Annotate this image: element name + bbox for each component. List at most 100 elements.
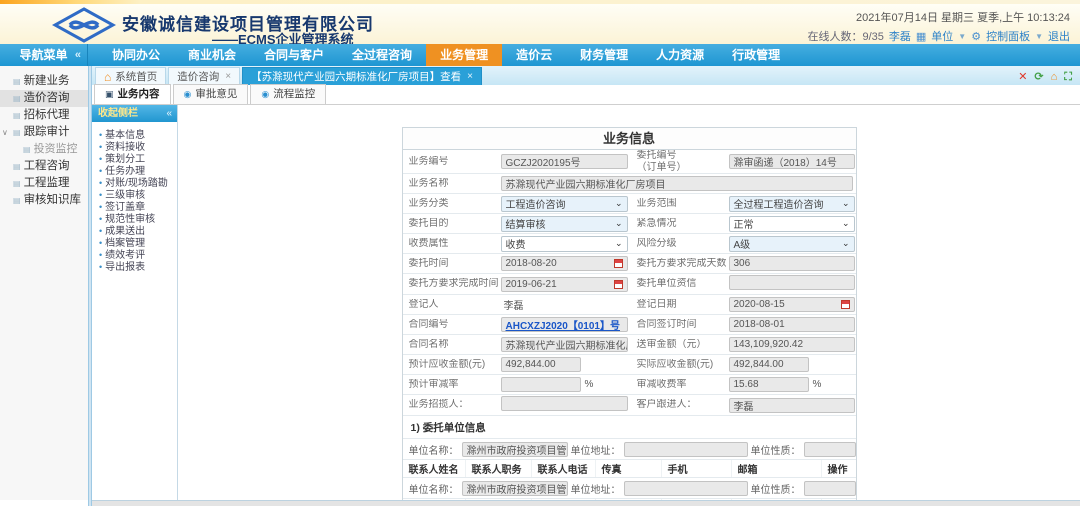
close-icon[interactable]: ✕	[1018, 72, 1027, 83]
menu-item-1[interactable]: 商业机会	[174, 44, 250, 66]
horizontal-scrollbar[interactable]	[92, 500, 1080, 506]
sidebar-item-label: 造价咨询	[24, 90, 70, 107]
field-label: 委托方要求完成时间	[403, 278, 498, 290]
unit-type-input[interactable]	[804, 442, 856, 457]
step-item-label: 成果送出	[105, 226, 145, 237]
maximize-icon[interactable]: ⛶	[1064, 72, 1072, 83]
bullet-icon: •	[99, 202, 102, 212]
logout-button[interactable]: 退出	[1048, 28, 1070, 44]
calendar-icon	[614, 259, 623, 268]
unit-menu[interactable]: 单位	[931, 28, 953, 44]
step-item-9[interactable]: •档案管理	[99, 237, 177, 249]
field-label: 送审金额（元）	[631, 339, 726, 351]
step-item-2[interactable]: •策划分工	[99, 153, 177, 165]
field-contract-sign-date[interactable]: 2018-08-01	[729, 317, 855, 332]
current-user[interactable]: 李磊	[889, 28, 911, 44]
field-fee-attribute[interactable]: 收费⌄	[501, 236, 628, 252]
menu-item-8[interactable]: 行政管理	[718, 44, 794, 66]
field-register-date[interactable]: 2020-08-15	[729, 297, 855, 312]
field-required-finish-date[interactable]: 2019-06-21	[501, 277, 628, 292]
home-icon[interactable]: ⌂	[1051, 72, 1058, 83]
subtab-0[interactable]: ▣业务内容	[94, 84, 171, 104]
field-entrust-date[interactable]: 2018-08-20	[501, 256, 628, 271]
bullet-icon: •	[99, 214, 102, 224]
step-item-3[interactable]: •任务办理	[99, 165, 177, 177]
field-client-credit[interactable]	[729, 275, 855, 290]
step-item-6[interactable]: •签订盖章	[99, 201, 177, 213]
menu-item-7[interactable]: 人力资源	[642, 44, 718, 66]
field-entrust-purpose[interactable]: 结算审核⌄	[501, 216, 628, 232]
document-tab-1[interactable]: 造价咨询×	[168, 67, 240, 85]
unit-type-input[interactable]	[804, 481, 856, 496]
field-actual-receivable[interactable]: 492,844.00	[729, 357, 809, 372]
sidebar-item-3[interactable]: ∨▤跟踪审计	[0, 124, 88, 141]
sidebar-item-5[interactable]: ▤工程咨询	[0, 158, 88, 175]
unit-type-label: 单位性质：	[751, 442, 801, 457]
step-item-5[interactable]: •三级审核	[99, 189, 177, 201]
field-label: 委托目的	[403, 218, 498, 230]
field-urgency[interactable]: 正常⌄	[729, 216, 855, 232]
menu-item-6[interactable]: 财务管理	[566, 44, 642, 66]
field-reduction-fee-rate[interactable]: 15.68	[729, 377, 809, 392]
field-contract-name[interactable]: 苏滁现代产业园六期标准化厂房	[501, 337, 628, 352]
unit-name-input[interactable]: 滁州市政府投资项目管理领导小	[462, 442, 568, 457]
unit-addr-input[interactable]	[624, 442, 748, 457]
field-risk-level[interactable]: A级⌄	[729, 236, 855, 252]
form-cell: 李磊	[498, 296, 631, 313]
menu-item-5[interactable]: 造价云	[502, 44, 566, 66]
close-tab-icon[interactable]: ×	[225, 68, 231, 86]
unit-addr-input[interactable]	[624, 481, 748, 496]
sidebar-item-0[interactable]: ▤新建业务	[0, 73, 88, 90]
step-item-7[interactable]: •规范性审核	[99, 213, 177, 225]
field-business-name[interactable]: 苏滁现代产业园六期标准化厂房项目	[501, 176, 853, 191]
menu-item-3[interactable]: 全过程咨询	[338, 44, 426, 66]
menu-item-4[interactable]: 业务管理	[426, 44, 502, 66]
close-tab-icon[interactable]: ×	[467, 68, 473, 86]
menu-item-0[interactable]: 协同办公	[98, 44, 174, 66]
step-item-1[interactable]: •资料接收	[99, 141, 177, 153]
field-entrust-no[interactable]: 滁审函递（2018）14号	[729, 154, 855, 169]
field-business-scope[interactable]: 全过程工程造价咨询⌄	[729, 196, 855, 212]
control-panel-menu[interactable]: 控制面板	[986, 28, 1030, 44]
field-solicitor[interactable]	[501, 396, 628, 411]
step-item-label: 规范性审核	[105, 214, 155, 225]
field-label: 合同名称	[403, 339, 498, 351]
sidebar-item-4[interactable]: ▤投资监控	[0, 141, 88, 158]
refresh-icon[interactable]: ⟳	[1034, 72, 1043, 83]
company-logo-icon	[52, 7, 116, 43]
main-content: 业务信息 业务编号GCZJ2020195号委托编号（订单号）滁审函递（2018）…	[178, 105, 1080, 500]
step-item-label: 签订盖章	[105, 202, 145, 213]
collapse-panel-icon[interactable]: «	[166, 105, 172, 122]
step-item-11[interactable]: •导出报表	[99, 261, 177, 273]
step-item-0[interactable]: •基本信息	[99, 129, 177, 141]
field-business-no[interactable]: GCZJ2020195号	[501, 154, 628, 169]
form-cell: 492,844.00	[726, 356, 858, 373]
step-item-10[interactable]: •绩效考评	[99, 249, 177, 261]
building-icon: ▦	[916, 30, 926, 43]
nav-menu-header[interactable]: 导航菜单 «	[0, 44, 88, 66]
menu-item-2[interactable]: 合同与客户	[250, 44, 338, 66]
sidebar-item-7[interactable]: ▤审核知识库	[0, 192, 88, 209]
step-panel-header[interactable]: 收起侧栏 «	[92, 105, 177, 122]
field-contract-no-link[interactable]: AHCXZJ2020【0101】号	[506, 317, 621, 332]
collapse-left-icon[interactable]: «	[75, 44, 81, 66]
sidebar-item-6[interactable]: ▤工程监理	[0, 175, 88, 192]
contact-column-header: 操作	[821, 460, 856, 477]
step-item-4[interactable]: •对账/现场踏勘	[99, 177, 177, 189]
unit-name-input[interactable]: 滁州市政府投资项目管理领导小	[462, 481, 568, 496]
field-required-days[interactable]: 306	[729, 256, 855, 271]
document-tab-2[interactable]: 【苏滁现代产业园六期标准化厂房项目】查看×	[242, 67, 482, 85]
field-estimated-reduction-rate[interactable]	[501, 377, 581, 392]
sidebar-item-1[interactable]: ▤造价咨询	[0, 90, 88, 107]
document-tab-0[interactable]: ⌂系统首页	[95, 67, 166, 85]
field-label: 合同编号	[403, 319, 498, 331]
field-review-amount[interactable]: 143,109,920.42	[729, 337, 855, 352]
sidebar-item-2[interactable]: ▤招标代理	[0, 107, 88, 124]
subtab-2[interactable]: ◉流程监控	[250, 84, 326, 104]
field-estimated-receivable[interactable]: 492,844.00	[501, 357, 581, 372]
step-item-8[interactable]: •成果送出	[99, 225, 177, 237]
field-estimated-reduction-rate-wrap: %	[501, 377, 628, 392]
subtab-1[interactable]: ◉审批意见	[173, 84, 249, 104]
field-business-class[interactable]: 工程造价咨询⌄	[501, 196, 628, 212]
field-follower[interactable]: 李磊	[729, 398, 855, 413]
